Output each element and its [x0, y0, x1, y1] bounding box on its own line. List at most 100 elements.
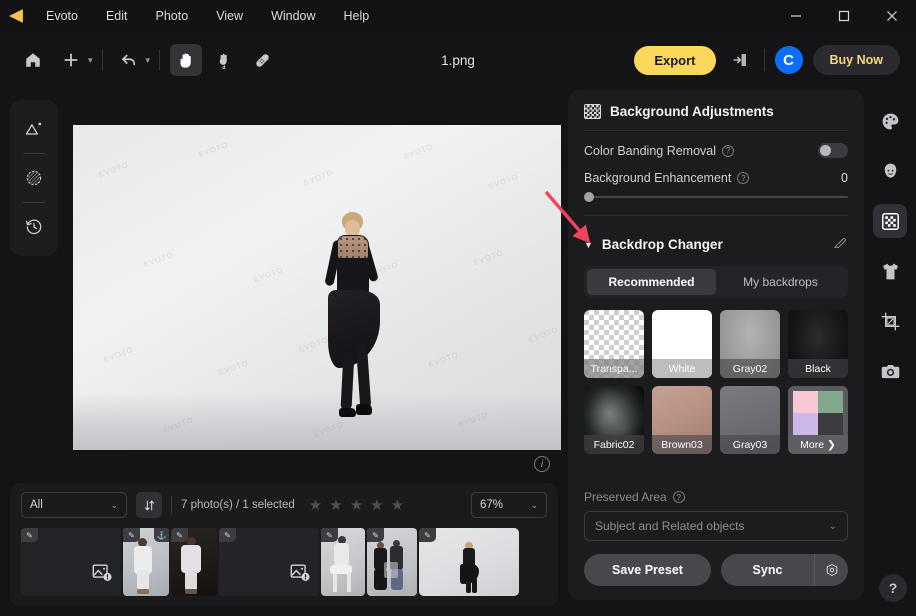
palette-icon[interactable] — [873, 104, 907, 138]
menu-item-view[interactable]: View — [202, 5, 257, 27]
list-item[interactable]: ✎ — [367, 528, 417, 596]
hand-tool-icon[interactable] — [170, 44, 203, 76]
list-item[interactable]: ✎ — [171, 528, 217, 596]
anchor-icon[interactable]: ⚓ — [154, 528, 169, 542]
backdrop-tile-gray02[interactable]: Gray02 — [720, 310, 780, 378]
edit-pen-icon[interactable]: ✎ — [219, 528, 236, 542]
list-item[interactable]: ✎ — [321, 528, 365, 596]
help-icon[interactable]: ? — [672, 491, 685, 503]
edit-pen-icon[interactable]: ✎ — [419, 528, 436, 542]
undo-icon[interactable] — [113, 44, 145, 76]
preserved-area-select[interactable]: Subject and Related objects ⌄ — [584, 511, 848, 541]
camera-icon[interactable] — [873, 354, 907, 388]
edit-pen-icon[interactable]: ✎ — [321, 528, 338, 542]
help-button[interactable]: ? — [879, 574, 907, 602]
backdrop-tile-black[interactable]: Black — [788, 310, 848, 378]
panel-action-buttons: Save Preset Sync — [584, 554, 848, 586]
missing-image-icon — [91, 561, 113, 588]
watermark: EVOTO — [97, 159, 130, 180]
backdrop-tile-fabric02[interactable]: Fabric02 — [584, 386, 644, 454]
edit-pen-icon[interactable]: ✎ — [123, 528, 140, 542]
landscape-retouch-icon[interactable] — [18, 113, 50, 145]
tab-recommended[interactable]: Recommended — [587, 269, 716, 295]
tshirt-icon[interactable] — [873, 254, 907, 288]
smudge-brush-icon[interactable] — [208, 44, 240, 76]
photo-preview[interactable]: EVOTO EVOTO EVOTO EVOTO EVOTO EVOTO EVOT… — [73, 125, 561, 450]
export-to-panel-icon[interactable] — [726, 47, 754, 73]
face-icon[interactable] — [873, 154, 907, 188]
photo-count-label: 7 photo(s) / 1 selected — [181, 499, 295, 511]
list-item[interactable]: ✎ ⚓ — [123, 528, 169, 596]
backdrop-tile-white[interactable]: White — [652, 310, 712, 378]
backdrop-changer-title: Backdrop Changer — [601, 237, 723, 252]
edit-pen-icon[interactable]: ✎ — [21, 528, 38, 542]
add-chevron-down-icon[interactable]: ▾ — [88, 55, 93, 66]
filter-select[interactable]: All ⌄ — [21, 492, 127, 518]
undo-chevron-down-icon[interactable]: ▾ — [146, 55, 151, 66]
panel-divider — [584, 130, 848, 131]
history-clock-icon[interactable] — [18, 211, 50, 243]
edit-pencil-icon[interactable] — [832, 234, 848, 255]
help-icon[interactable]: ? — [722, 144, 735, 157]
panel-header: Background Adjustments — [584, 104, 848, 119]
watermark: EVOTO — [217, 357, 250, 378]
background-adjustments-panel: Background Adjustments Color Banding Rem… — [568, 90, 864, 600]
close-icon[interactable] — [868, 0, 916, 32]
color-banding-removal-row: Color Banding Removal ? — [584, 143, 848, 158]
sync-button[interactable]: Sync — [721, 554, 814, 586]
rating-star-5[interactable]: ★ — [391, 496, 404, 514]
filmstrip-divider — [171, 496, 172, 514]
checkerboard-icon[interactable] — [873, 204, 907, 238]
bandage-heal-icon[interactable] — [246, 44, 278, 76]
list-item[interactable]: ✎ — [219, 528, 319, 596]
caret-down-icon[interactable]: ▼ — [584, 240, 593, 250]
list-item[interactable]: ✎ — [419, 528, 519, 596]
window-controls — [772, 0, 916, 32]
menu-item-evoto[interactable]: Evoto — [32, 5, 92, 27]
rating-stars: ★ ★ ★ ★ ★ — [309, 496, 404, 514]
list-item[interactable]: ✎ — [21, 528, 121, 596]
help-icon[interactable]: ? — [737, 172, 750, 184]
tab-my-backdrops[interactable]: My backdrops — [716, 269, 845, 295]
color-banding-removal-toggle[interactable] — [818, 143, 848, 158]
backdrop-tile-transparent[interactable]: Transpa... — [584, 310, 644, 378]
gear-hex-icon[interactable] — [814, 554, 848, 586]
chevron-down-icon: ⌄ — [530, 499, 538, 510]
menu-item-window[interactable]: Window — [257, 5, 329, 27]
menu-item-edit[interactable]: Edit — [92, 5, 142, 27]
preserved-area-value: Subject and Related objects — [595, 519, 745, 533]
mask-circle-icon[interactable] — [18, 162, 50, 194]
backdrop-tile-gray03[interactable]: Gray03 — [720, 386, 780, 454]
avatar[interactable]: C — [774, 46, 803, 74]
rating-star-2[interactable]: ★ — [329, 496, 342, 514]
save-preset-button[interactable]: Save Preset — [584, 554, 711, 586]
rating-star-4[interactable]: ★ — [370, 496, 383, 514]
preserved-area-row: Preserved Area ? — [584, 490, 848, 504]
edit-pen-icon[interactable]: ✎ — [367, 528, 384, 542]
info-icon[interactable]: i — [534, 456, 550, 472]
sort-updown-icon[interactable] — [136, 492, 162, 518]
backdrop-tile-brown03[interactable]: Brown03 — [652, 386, 712, 454]
color-banding-removal-label: Color Banding Removal — [584, 143, 717, 158]
edit-pen-icon[interactable]: ✎ — [171, 528, 188, 542]
checkerboard-icon — [584, 104, 601, 119]
backdrop-changer-header[interactable]: ▼ Backdrop Changer — [584, 234, 848, 255]
backdrop-tile-more[interactable]: More ❯ — [788, 386, 848, 454]
zoom-select[interactable]: 67% ⌄ — [471, 492, 547, 518]
background-enhancement-slider[interactable] — [584, 190, 848, 204]
plus-icon[interactable] — [55, 44, 87, 76]
panel-title: Background Adjustments — [610, 104, 774, 119]
buy-now-button[interactable]: Buy Now — [812, 45, 900, 75]
filter-value: All — [30, 499, 43, 511]
minimize-icon[interactable] — [772, 0, 820, 32]
rating-star-1[interactable]: ★ — [309, 496, 322, 514]
panel-divider-2 — [584, 215, 848, 216]
canvas-area[interactable]: EVOTO EVOTO EVOTO EVOTO EVOTO EVOTO EVOT… — [66, 90, 568, 485]
menu-item-photo[interactable]: Photo — [142, 5, 203, 27]
crop-icon[interactable] — [873, 304, 907, 338]
export-button[interactable]: Export — [634, 45, 716, 75]
rating-star-3[interactable]: ★ — [350, 496, 363, 514]
maximize-icon[interactable] — [820, 0, 868, 32]
home-icon[interactable] — [17, 44, 49, 76]
menu-item-help[interactable]: Help — [330, 5, 384, 27]
